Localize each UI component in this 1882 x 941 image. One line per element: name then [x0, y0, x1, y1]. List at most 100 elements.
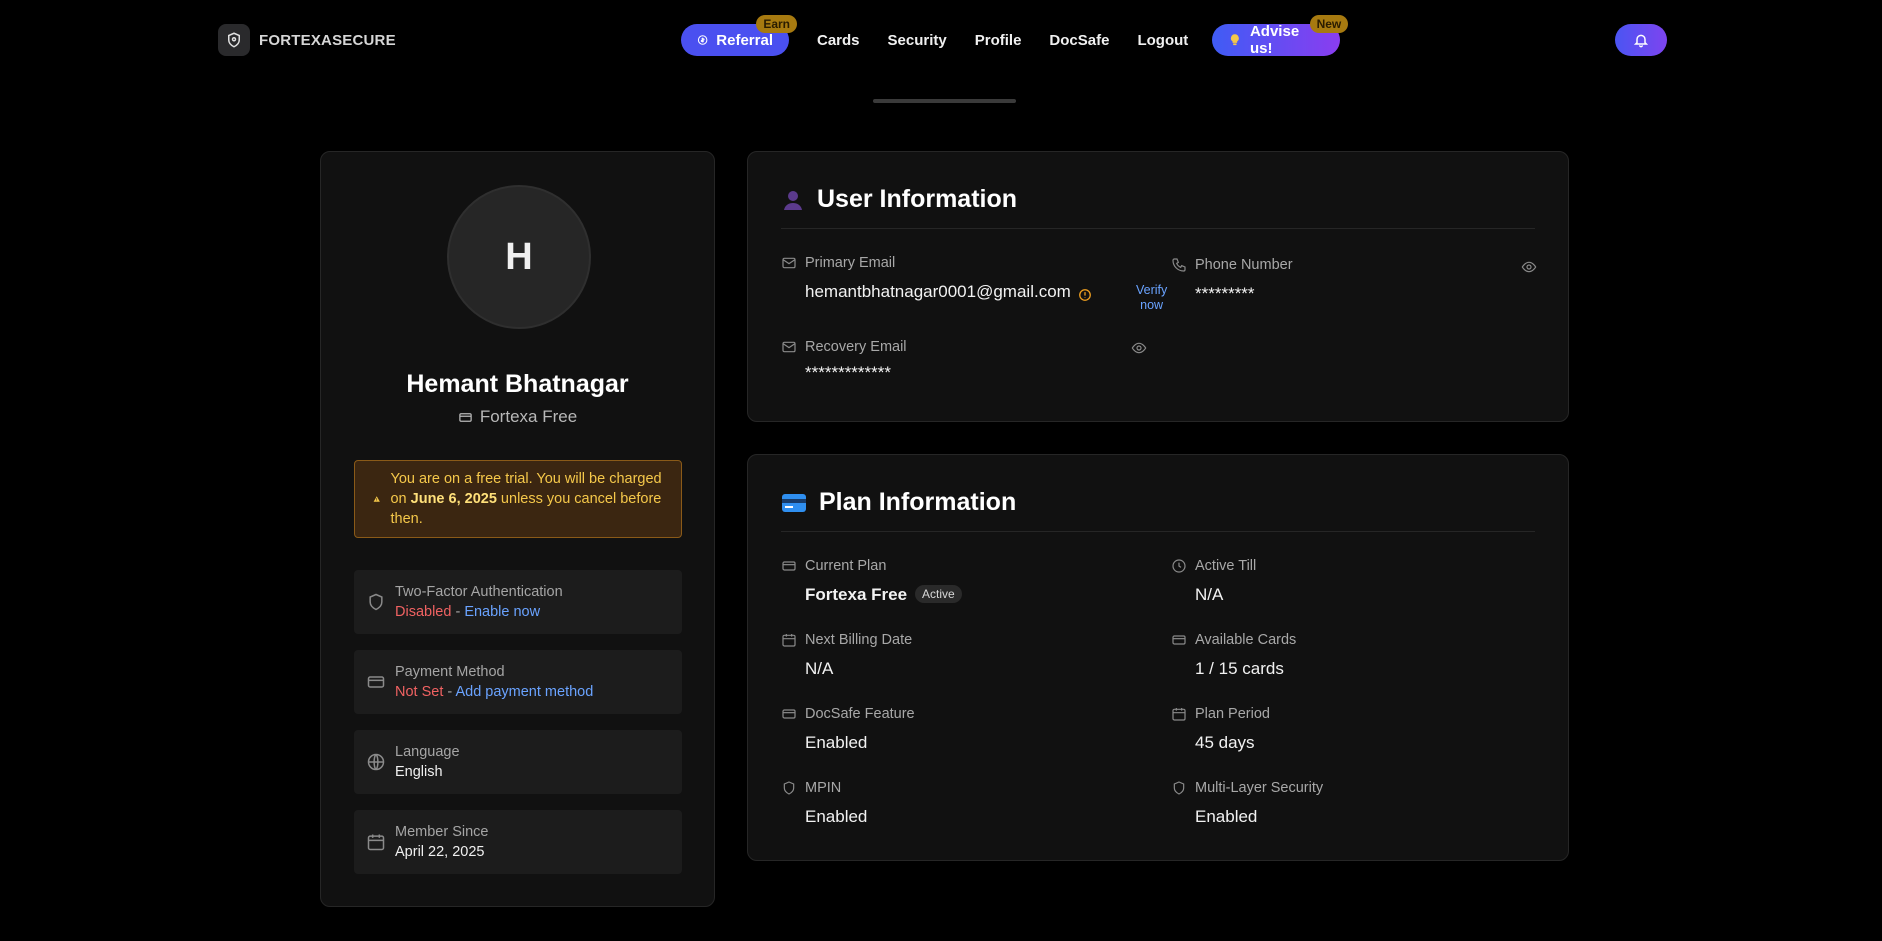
top-navbar: FORTEXASECURE Referral Earn Cards Securi… [0, 0, 1882, 80]
nav-link-docsafe[interactable]: DocSafe [1049, 32, 1109, 49]
mpin-label: MPIN [805, 780, 842, 796]
language-label: Language [395, 744, 460, 760]
phone-number-value: ********* [1195, 284, 1255, 303]
advise-us-button[interactable]: Advise us! New [1212, 15, 1349, 57]
recovery-email-value: ************* [805, 363, 892, 382]
available-cards-field: Available Cards 1 / 15 cards [1171, 632, 1296, 679]
mail-icon [782, 341, 796, 353]
plan-information-card: Plan Information Current Plan Fortexa Fr… [747, 454, 1569, 861]
shield-icon [369, 593, 383, 611]
nav-link-profile[interactable]: Profile [975, 32, 1022, 49]
active-till-label: Active Till [1195, 558, 1257, 574]
coin-icon [697, 35, 708, 45]
reveal-recovery-eye-icon[interactable] [1131, 340, 1147, 356]
avatar: H [447, 185, 591, 329]
two-factor-status: Disabled [395, 604, 452, 620]
user-information-title: User Information [781, 185, 1017, 214]
payment-method-label: Payment Method [395, 664, 505, 680]
next-billing-field: Next Billing Date N/A [781, 632, 912, 679]
user-information-card: User Information Primary Email hemantbha… [747, 151, 1569, 422]
language-item[interactable]: Language English [354, 730, 682, 794]
payment-separator: - [443, 684, 456, 700]
primary-email-label: Primary Email [805, 255, 896, 271]
user-plan-label: Fortexa Free [479, 407, 578, 426]
credit-card-emoji-icon [782, 493, 806, 512]
user-icon [784, 190, 802, 210]
credit-card-icon [1172, 635, 1186, 645]
mpin-value: Enabled [805, 807, 868, 826]
phone-number-label: Phone Number [1195, 257, 1293, 273]
multi-layer-security-label: Multi-Layer Security [1195, 780, 1324, 796]
brand-name: FORTEXASECURE [259, 31, 396, 49]
trial-message: You are on a free trial. You will be cha… [390, 469, 663, 529]
nav-link-cards[interactable]: Cards [817, 32, 860, 49]
language-value: English [395, 764, 443, 780]
divider [781, 228, 1535, 229]
user-information-heading: User Information [817, 185, 1018, 213]
trial-warning: You are on a free trial. You will be cha… [354, 460, 682, 538]
shield-icon [1173, 781, 1185, 795]
user-plan: Fortexa Free [321, 407, 714, 427]
shield-icon [783, 781, 795, 795]
calendar-icon [1172, 708, 1186, 721]
plan-period-value: 45 days [1195, 733, 1255, 752]
warning-icon [373, 496, 380, 502]
earn-badge: Earn [756, 15, 797, 33]
main-nav: Referral Earn Cards Security Profile Doc… [681, 15, 1349, 57]
multi-layer-security-field: Multi-Layer Security Enabled [1171, 780, 1323, 827]
member-since-item: Member Since April 22, 2025 [354, 810, 682, 874]
current-plan-label: Current Plan [805, 558, 887, 574]
calendar-icon [782, 634, 796, 647]
recovery-email-label: Recovery Email [805, 339, 907, 355]
credit-card-icon [367, 676, 385, 688]
add-payment-link[interactable]: Add payment method [455, 684, 593, 700]
next-billing-label: Next Billing Date [805, 632, 913, 648]
verify-line1: Verify [1136, 283, 1168, 297]
mpin-field: MPIN Enabled [781, 780, 867, 827]
plan-information-heading: Plan Information [819, 488, 1017, 516]
verify-now-link[interactable]: Verify now [1136, 283, 1167, 313]
phone-icon [1172, 258, 1186, 272]
phone-number-field: Phone Number ********* [1171, 257, 1537, 304]
user-name: Hemant Bhatnagar [406, 370, 629, 398]
docsafe-feature-value: Enabled [805, 733, 868, 752]
referral-label: Referral [716, 31, 773, 49]
two-factor-item: Two-Factor Authentication Disabled - Ena… [354, 570, 682, 634]
available-cards-value: 1 / 15 cards [1195, 659, 1284, 678]
unverified-warning-icon [1079, 289, 1091, 301]
current-plan-value-row: Fortexa Free Active [805, 585, 962, 605]
notifications-button[interactable] [1615, 24, 1667, 56]
card-icon [459, 412, 472, 422]
primary-email-value: hemantbhatnagar0001@gmail.com [805, 282, 1071, 301]
next-billing-value: N/A [805, 659, 834, 678]
two-factor-separator: - [451, 604, 465, 620]
lightbulb-icon [1231, 34, 1240, 46]
credit-card-icon [782, 709, 796, 719]
trial-date: June 6, 2025 [410, 491, 497, 507]
multi-layer-security-value: Enabled [1195, 807, 1258, 826]
calendar-icon [367, 834, 385, 851]
shield-logo-icon [218, 24, 250, 56]
clock-icon [1172, 559, 1186, 573]
docsafe-feature-field: DocSafe Feature Enabled [781, 706, 915, 753]
credit-card-icon [782, 561, 796, 571]
brand[interactable]: FORTEXASECURE [218, 24, 396, 56]
plan-information-title: Plan Information [781, 488, 1016, 517]
recovery-email-field: Recovery Email ************* [781, 339, 1161, 383]
globe-icon [367, 753, 385, 771]
plan-period-field: Plan Period 45 days [1171, 706, 1270, 753]
mail-icon [782, 257, 796, 269]
enable-2fa-link[interactable]: Enable now [464, 604, 540, 620]
profile-card: H Hemant Bhatnagar Fortexa Free You are … [320, 151, 715, 907]
new-badge: New [1309, 15, 1349, 33]
payment-method-item: Payment Method Not Set - Add payment met… [354, 650, 682, 714]
reveal-phone-eye-icon[interactable] [1521, 259, 1537, 275]
current-plan-value: Fortexa Free [805, 585, 908, 604]
nav-link-logout[interactable]: Logout [1137, 32, 1188, 49]
nav-link-security[interactable]: Security [888, 32, 947, 49]
plan-period-label: Plan Period [1195, 706, 1270, 722]
member-since-value: April 22, 2025 [395, 844, 485, 860]
payment-status: Not Set [395, 684, 444, 700]
active-badge: Active [915, 585, 962, 603]
referral-button[interactable]: Referral Earn [681, 15, 797, 56]
